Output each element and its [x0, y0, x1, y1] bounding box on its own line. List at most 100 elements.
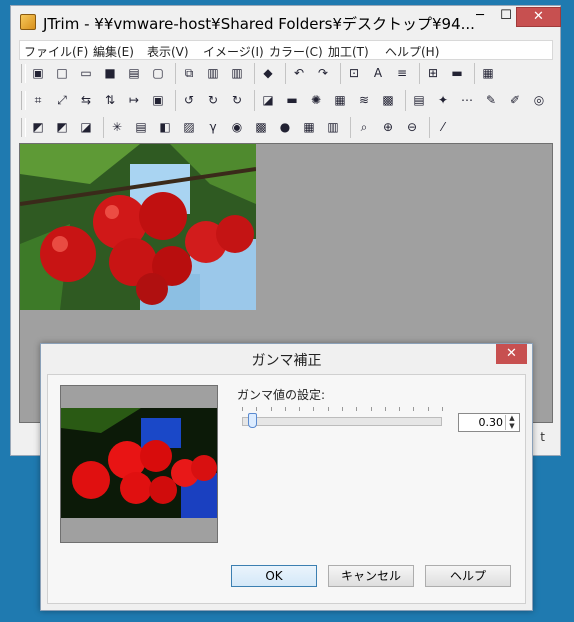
toolbar-transform: ⌗ ⤢ ⇆ ⇅ ↦ ▣ ↺ ↻ ↻ ◪ ▬ ✺ ▦ ≋ ▩ ▤ ✦ ⋯ ✎ ✐ ◎	[19, 88, 553, 113]
flip-horizontal-icon[interactable]: ⇆	[77, 91, 95, 109]
redo-icon[interactable]: ↷	[314, 64, 332, 82]
fit-icon[interactable]: ⊡	[345, 64, 363, 82]
cherry-photo-art	[20, 144, 256, 310]
gamma-value-spinner[interactable]: 0.30 ▲ ▼	[458, 413, 520, 432]
filmstrip-icon[interactable]: ▬	[448, 64, 466, 82]
paste-new-icon[interactable]: ▥	[228, 64, 246, 82]
rotate-right-90-icon[interactable]: ↻	[204, 91, 222, 109]
copy-icon[interactable]: ⧉	[180, 64, 198, 82]
capture-icon[interactable]: ◆	[259, 64, 277, 82]
save-icon[interactable]: ■	[101, 64, 119, 82]
sharpen-icon[interactable]: ✦	[434, 91, 452, 109]
grid-menu-icon[interactable]: ▦	[479, 64, 497, 82]
flip-vertical-icon[interactable]: ⇅	[101, 91, 119, 109]
cancel-button[interactable]: キャンセル	[328, 565, 414, 587]
slider-tick	[256, 407, 257, 411]
minimize-button[interactable]: ─	[467, 7, 493, 27]
toolbar-separator	[175, 63, 176, 84]
menu-process[interactable]: 加工(T)	[328, 43, 369, 60]
rgb-icon[interactable]: ●	[276, 118, 294, 136]
paste-icon[interactable]: ▥	[204, 64, 222, 82]
invert-icon[interactable]: ◪	[77, 118, 95, 136]
ok-button[interactable]: OK	[231, 565, 317, 587]
slider-tick	[356, 407, 357, 411]
brick-icon[interactable]: ▤	[410, 91, 428, 109]
sepia-icon[interactable]: ◩	[53, 118, 71, 136]
color-balance-icon[interactable]: ▤	[132, 118, 150, 136]
toolbar-color: ◩ ◩ ◪ ✳ ▤ ◧ ▨ γ ◉ ▩ ● ▦ ▥ ⌕ ⊕ ⊖ ⁄	[19, 115, 553, 140]
rotate-left-90-icon[interactable]: ↺	[180, 91, 198, 109]
toolbar-grip[interactable]	[21, 91, 26, 110]
menu-file[interactable]: ファイル(F)	[24, 43, 88, 60]
wave-icon[interactable]: ≋	[355, 91, 373, 109]
brightness-icon[interactable]: ▨	[180, 118, 198, 136]
new-window-icon[interactable]: ▣	[29, 64, 47, 82]
slider-ticks	[242, 407, 443, 413]
help-button[interactable]: ヘルプ	[425, 565, 511, 587]
align-icon[interactable]: ≡	[393, 64, 411, 82]
tile-icon[interactable]: ⊞	[424, 64, 442, 82]
toolbar-grip[interactable]	[21, 118, 26, 137]
checker-icon[interactable]: ▩	[252, 118, 270, 136]
shadow-icon[interactable]: ◪	[259, 91, 277, 109]
trim-icon[interactable]: ↦	[125, 91, 143, 109]
zoom-icon[interactable]: ⌕	[355, 118, 373, 136]
undo-icon[interactable]: ↶	[290, 64, 308, 82]
gray-icon[interactable]: ◩	[29, 118, 47, 136]
lens-icon[interactable]: ⋯	[458, 91, 476, 109]
print-preview-icon[interactable]: ▢	[149, 64, 167, 82]
open-icon[interactable]: ▭	[77, 64, 95, 82]
slider-tick	[242, 407, 243, 411]
xor-icon[interactable]: ▦	[300, 118, 318, 136]
spin-up-button[interactable]: ▲	[506, 415, 518, 422]
window-title: JTrim - ¥¥vmware-host¥Shared Folders¥デスク…	[43, 15, 475, 33]
resize-icon[interactable]: ⤢	[53, 91, 71, 109]
eyedropper-icon[interactable]: ⁄	[434, 118, 452, 136]
slider-tick	[299, 407, 300, 411]
emboss-icon[interactable]: ▬	[283, 91, 301, 109]
gradient-icon[interactable]: ▥	[324, 118, 342, 136]
menu-view[interactable]: 表示(V)	[147, 43, 189, 60]
preview-photo-art	[61, 408, 217, 518]
gamma-preview	[60, 385, 218, 543]
toolbar-separator	[419, 63, 420, 84]
app-icon	[20, 14, 36, 30]
menu-help[interactable]: ヘルプ(H)	[385, 43, 439, 60]
zoom-out-icon[interactable]: ⊖	[403, 118, 421, 136]
gamma-value[interactable]: 0.30	[479, 416, 504, 429]
dialog-close-button[interactable]: ✕	[496, 344, 527, 364]
frame-icon[interactable]: ▣	[149, 91, 167, 109]
menu-edit[interactable]: 編集(E)	[93, 43, 134, 60]
slider-tick	[413, 407, 414, 411]
palette-icon[interactable]: ◉	[228, 118, 246, 136]
menu-image[interactable]: イメージ(I)	[203, 43, 264, 60]
noise-icon[interactable]: ▩	[379, 91, 397, 109]
hue-icon[interactable]: ◧	[156, 118, 174, 136]
gamma-slider-thumb[interactable]	[248, 413, 257, 428]
marker-icon[interactable]: ✐	[506, 91, 524, 109]
rotate-free-icon[interactable]: ↻	[228, 91, 246, 109]
toolbar-separator	[340, 63, 341, 84]
slider-tick	[342, 407, 343, 411]
sparkle-icon[interactable]: ✳	[108, 118, 126, 136]
gamma-slider-track[interactable]	[242, 417, 442, 426]
mosaic-icon[interactable]: ▦	[331, 91, 349, 109]
toolbar-separator	[103, 117, 104, 138]
new-icon[interactable]: □	[53, 64, 71, 82]
gamma-icon[interactable]: γ	[204, 118, 222, 136]
zoom-in-icon[interactable]: ⊕	[379, 118, 397, 136]
text-icon[interactable]: A	[369, 64, 387, 82]
crop-icon[interactable]: ⌗	[29, 91, 47, 109]
slider-tick	[442, 407, 443, 411]
print-icon[interactable]: ▤	[125, 64, 143, 82]
close-button[interactable]: ✕	[516, 7, 561, 27]
spin-down-button[interactable]: ▼	[506, 423, 518, 430]
cherry-photo	[20, 144, 256, 310]
pen-icon[interactable]: ✎	[482, 91, 500, 109]
slider-tick	[428, 407, 429, 411]
menu-color[interactable]: カラー(C)	[269, 43, 323, 60]
blur-icon[interactable]: ✺	[307, 91, 325, 109]
toolbar-grip[interactable]	[21, 64, 26, 83]
swirl-icon[interactable]: ◎	[530, 91, 548, 109]
toolbar-separator	[429, 117, 430, 138]
